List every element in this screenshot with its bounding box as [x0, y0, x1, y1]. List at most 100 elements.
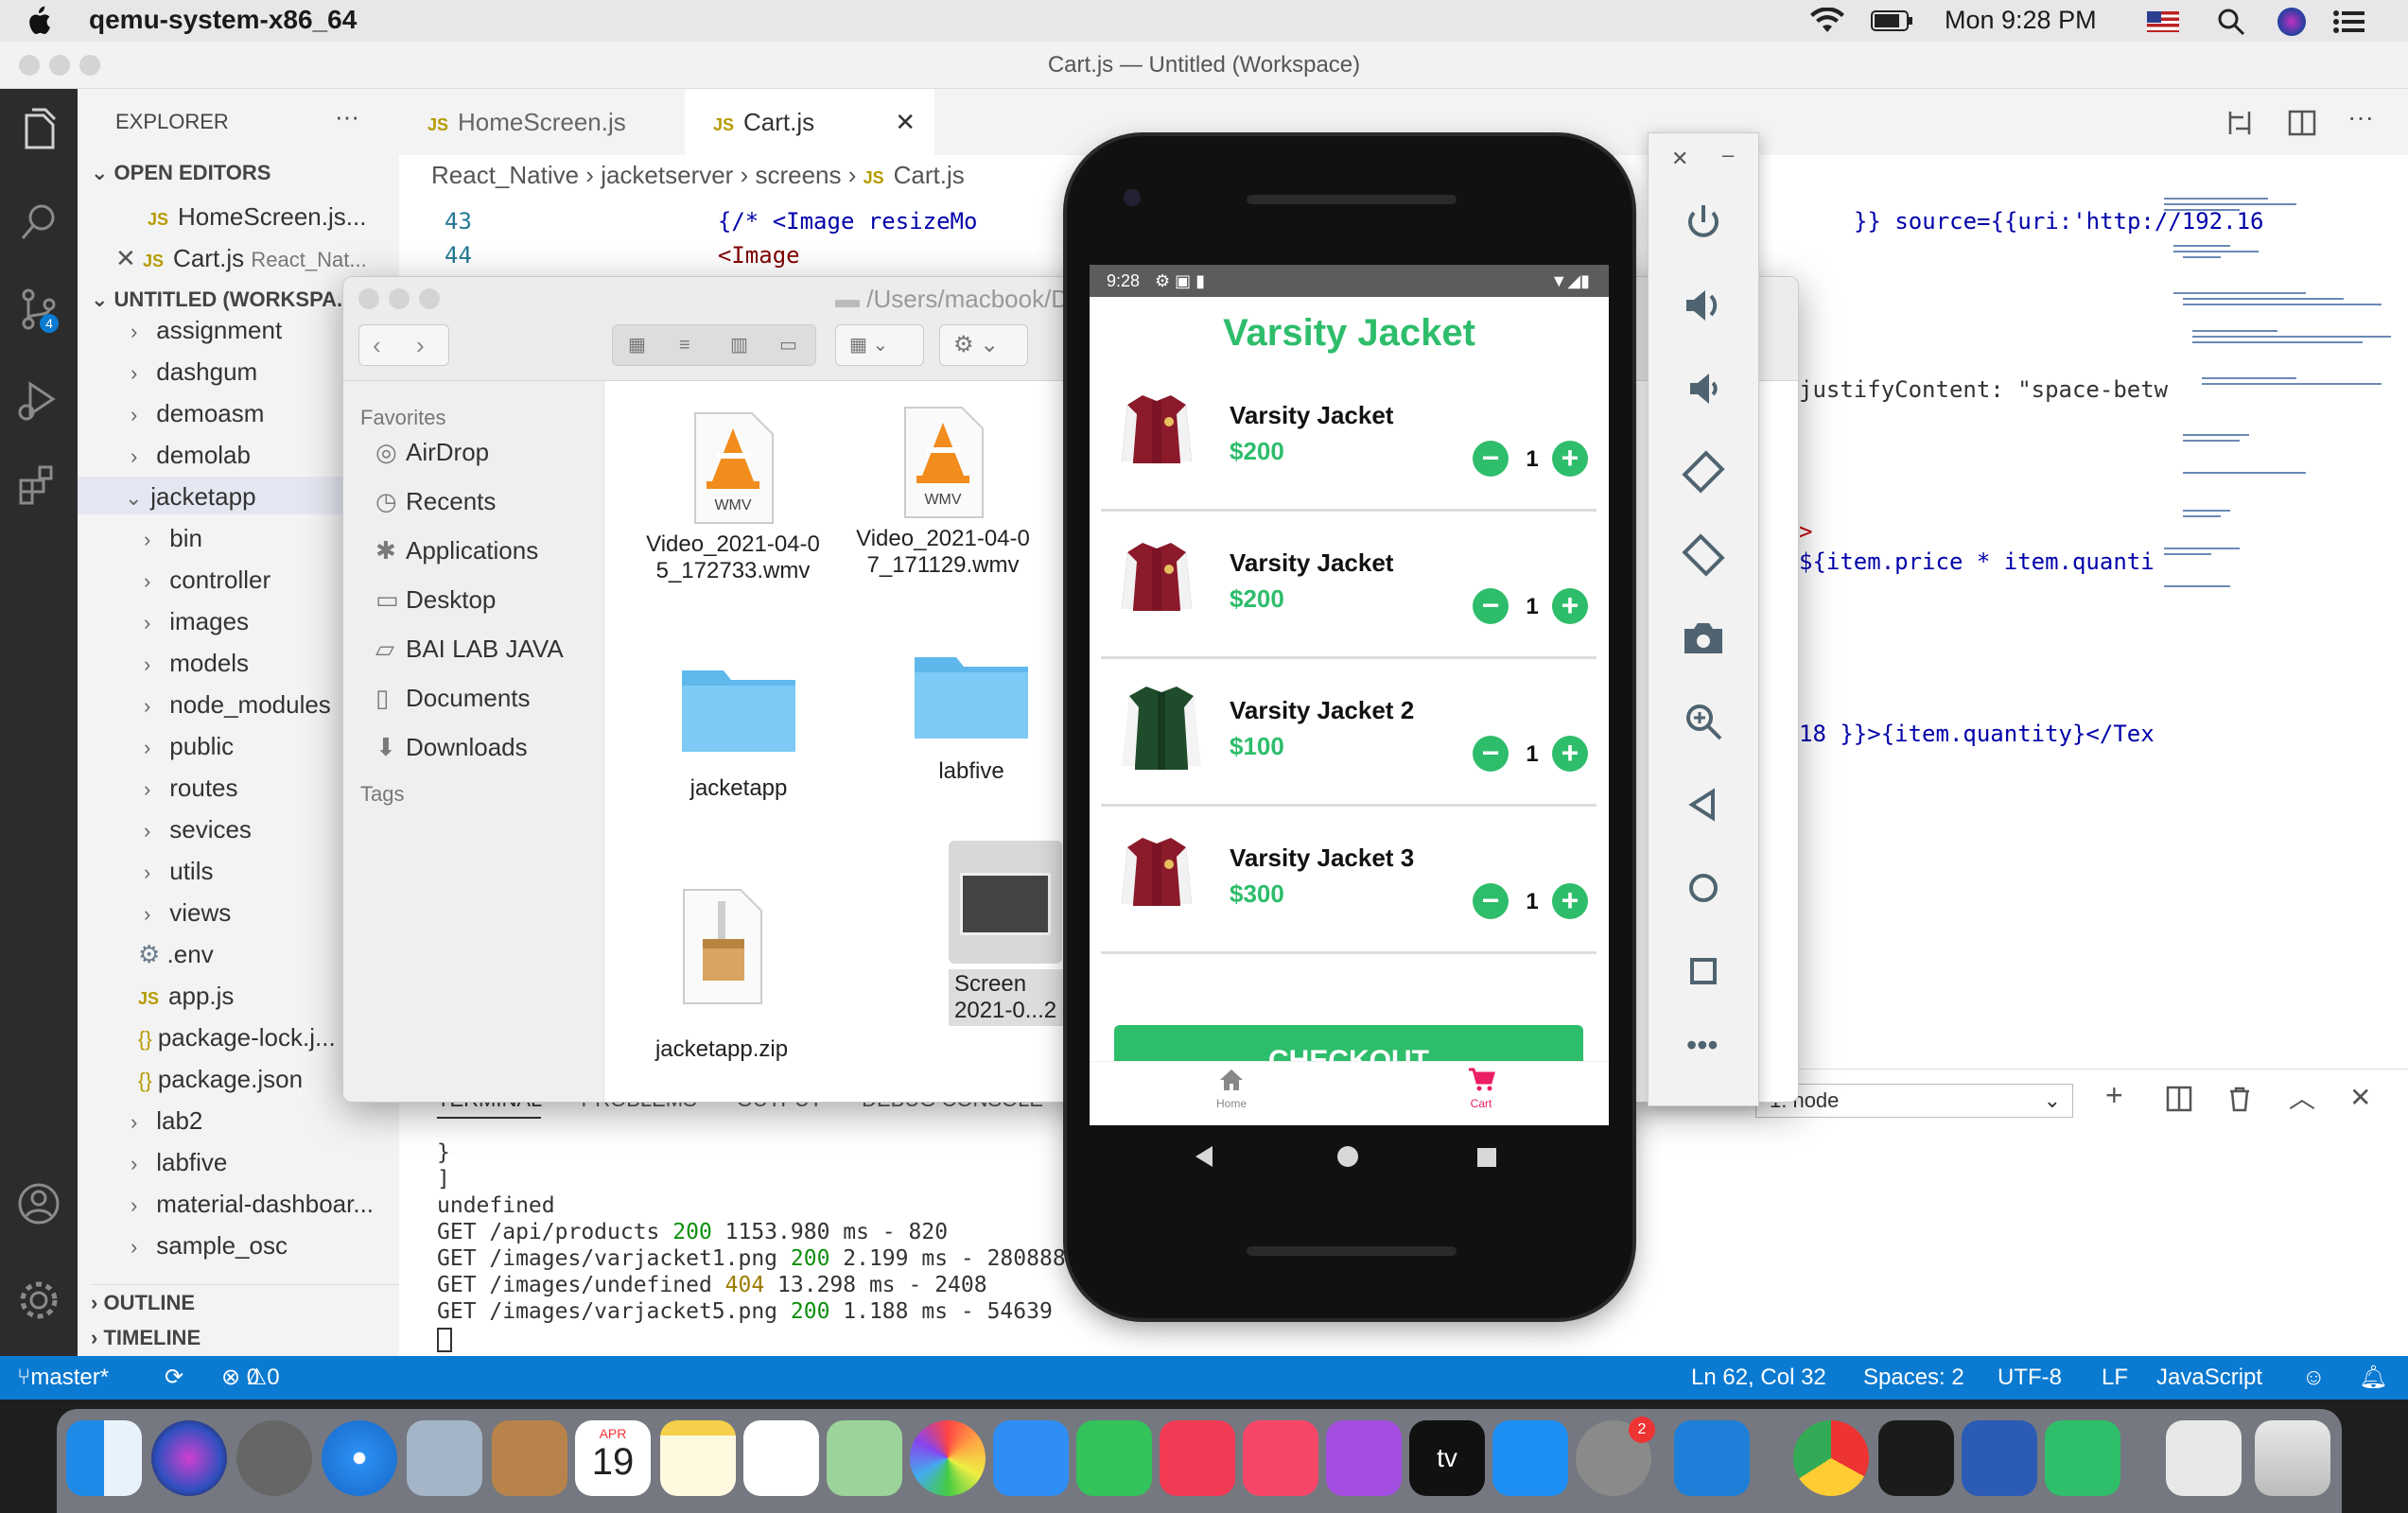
open-editor-item-active[interactable]: ✕ JS Cart.js React_Nat... — [115, 244, 367, 273]
tree-folder[interactable]: › routes — [144, 774, 238, 803]
breadcrumb-item[interactable]: Cart.js — [894, 161, 965, 189]
tree-folder[interactable]: › material-dashboar... — [131, 1190, 374, 1219]
facetime-dock-icon[interactable] — [1076, 1420, 1152, 1496]
outline-section[interactable]: › OUTLINE — [91, 1284, 399, 1315]
back-chevron-icon[interactable]: ‹ — [373, 325, 381, 365]
calendar-dock-icon[interactable]: APR 19 — [575, 1420, 651, 1496]
decrease-quantity-button[interactable]: − — [1473, 441, 1509, 477]
tree-file[interactable]: {} package-lock.j... — [138, 1023, 336, 1052]
workspace-section[interactable]: ⌄ UNTITLED (WORKSPA... — [91, 287, 354, 312]
file-screenshot[interactable]: Screen 2021-0...2 — [949, 841, 1081, 1026]
tree-folder[interactable]: › bin — [144, 524, 202, 553]
podcasts-dock-icon[interactable] — [1326, 1420, 1402, 1496]
finder-minimize-button[interactable] — [389, 288, 410, 309]
maximize-panel-icon[interactable]: ︿ — [2289, 1078, 2315, 1116]
cursor-position[interactable]: Ln 62, Col 32 — [1691, 1356, 1826, 1400]
sidebar-recents[interactable]: ◷ Recents — [375, 487, 496, 516]
tree-folder[interactable]: › assignment — [131, 316, 282, 345]
source-control-icon[interactable]: 4 — [13, 284, 64, 335]
terminal-select[interactable]: 1: node ⌄ — [1755, 1084, 2073, 1118]
open-editors-section[interactable]: ⌄ OPEN EDITORS — [91, 161, 270, 185]
tree-folder[interactable]: › node_modules — [144, 690, 331, 720]
sidebar-applications[interactable]: ✱ Applications — [375, 536, 538, 565]
explorer-icon[interactable] — [13, 106, 64, 157]
language-mode[interactable]: JavaScript — [2156, 1356, 2262, 1400]
input-source-flag-icon[interactable] — [2147, 11, 2179, 32]
chrome-dock-icon[interactable] — [1793, 1420, 1869, 1496]
back-triangle-icon[interactable] — [1677, 778, 1730, 831]
finder-close-button[interactable] — [358, 288, 379, 309]
safari-dock-icon[interactable] — [322, 1420, 397, 1496]
tree-folder[interactable]: › controller — [144, 565, 270, 595]
increase-quantity-button[interactable]: + — [1552, 883, 1588, 919]
tree-file[interactable]: {} package.json — [138, 1065, 303, 1094]
group-by-button[interactable]: ▦ ⌄ — [835, 324, 924, 366]
code-line-43[interactable]: 43 {/* <Image resizeMo — [445, 208, 977, 235]
android-home-icon[interactable] — [1337, 1146, 1358, 1167]
end-of-line[interactable]: LF — [2102, 1356, 2128, 1400]
music-dock-icon[interactable] — [1243, 1420, 1318, 1496]
accounts-icon[interactable] — [13, 1178, 64, 1229]
tab-cart[interactable]: JS Cart.js ✕ — [685, 89, 934, 155]
system-preferences-dock-icon[interactable]: 2 — [1576, 1417, 1655, 1496]
breadcrumb-item[interactable]: React_Native — [431, 161, 579, 189]
zoom-window-button[interactable] — [79, 55, 100, 76]
tree-folder[interactable]: › demoasm — [131, 399, 264, 428]
code-line-44[interactable]: 44 <Image — [445, 242, 800, 269]
increase-quantity-button[interactable]: + — [1552, 441, 1588, 477]
tree-folder[interactable]: › labfive — [131, 1148, 227, 1177]
tree-folder[interactable]: › sevices — [144, 815, 252, 844]
forward-chevron-icon[interactable]: › — [416, 325, 425, 365]
app-store-dock-icon[interactable] — [1492, 1420, 1568, 1496]
more-options-icon[interactable]: ••• — [1686, 1028, 1719, 1063]
tree-folder[interactable]: › views — [144, 898, 231, 928]
tab-cart[interactable]: Cart — [1443, 1068, 1519, 1110]
decrease-quantity-button[interactable]: − — [1473, 736, 1509, 772]
battery-icon[interactable] — [1871, 9, 1914, 32]
png-file-dock-icon[interactable] — [2166, 1420, 2242, 1496]
zoom-icon[interactable] — [1677, 695, 1730, 748]
action-gear-icon[interactable]: ⚙ ⌄ — [939, 324, 1028, 366]
home-circle-icon[interactable] — [1677, 861, 1730, 914]
tree-folder[interactable]: › images — [144, 607, 249, 636]
explorer-more-icon[interactable]: ··· — [335, 102, 359, 131]
minimize-window-button[interactable] — [49, 55, 70, 76]
encoding[interactable]: UTF-8 — [1998, 1356, 2062, 1400]
photos-dock-icon[interactable] — [910, 1420, 986, 1496]
volume-up-icon[interactable] — [1677, 279, 1730, 332]
maps-dock-icon[interactable] — [827, 1420, 902, 1496]
terminal-dock-icon[interactable] — [1878, 1420, 1954, 1496]
emulator-close-icon[interactable]: ✕ — [1671, 147, 1688, 171]
column-view-icon[interactable]: ▥ — [730, 325, 748, 365]
new-terminal-icon[interactable]: + — [2105, 1078, 2123, 1113]
contacts-dock-icon[interactable] — [492, 1420, 567, 1496]
volume-down-icon[interactable] — [1677, 362, 1730, 415]
notes-dock-icon[interactable] — [660, 1420, 736, 1496]
launchpad-dock-icon[interactable] — [236, 1420, 312, 1496]
notifications-bell-icon[interactable]: 🔔︎ — [2359, 1356, 2387, 1400]
close-window-button[interactable] — [19, 55, 40, 76]
control-center-icon[interactable] — [2332, 9, 2366, 34]
branch-indicator[interactable]: ⑂ master* — [17, 1356, 109, 1400]
rotate-right-icon[interactable] — [1677, 529, 1730, 582]
timeline-section[interactable]: › TIMELINE — [91, 1326, 201, 1350]
close-panel-icon[interactable]: ✕ — [2349, 1082, 2371, 1113]
reminders-dock-icon[interactable] — [743, 1420, 819, 1496]
android-overview-icon[interactable] — [1477, 1148, 1496, 1167]
camera-screenshot-icon[interactable] — [1677, 612, 1730, 665]
decrease-quantity-button[interactable]: − — [1473, 883, 1509, 919]
view-mode-buttons[interactable]: ▦ ≡ ▥ ▭ — [612, 324, 816, 366]
finder-dock-icon[interactable] — [66, 1420, 142, 1496]
icon-view-icon[interactable]: ▦ — [628, 325, 646, 365]
gallery-view-icon[interactable]: ▭ — [779, 325, 797, 365]
settings-gear-icon[interactable] — [13, 1275, 64, 1326]
close-tab-icon[interactable]: ✕ — [895, 89, 916, 155]
breadcrumb-item[interactable]: screens — [755, 161, 841, 189]
feedback-icon[interactable]: ☺ — [2302, 1356, 2326, 1400]
increase-quantity-button[interactable]: + — [1552, 588, 1588, 624]
tree-folder[interactable]: › lab2 — [131, 1106, 202, 1136]
news-dock-icon[interactable] — [1160, 1420, 1235, 1496]
android-back-icon[interactable] — [1192, 1144, 1216, 1169]
folder-jacketapp[interactable]: jacketapp — [635, 659, 843, 802]
finder-zoom-button[interactable] — [419, 288, 440, 309]
